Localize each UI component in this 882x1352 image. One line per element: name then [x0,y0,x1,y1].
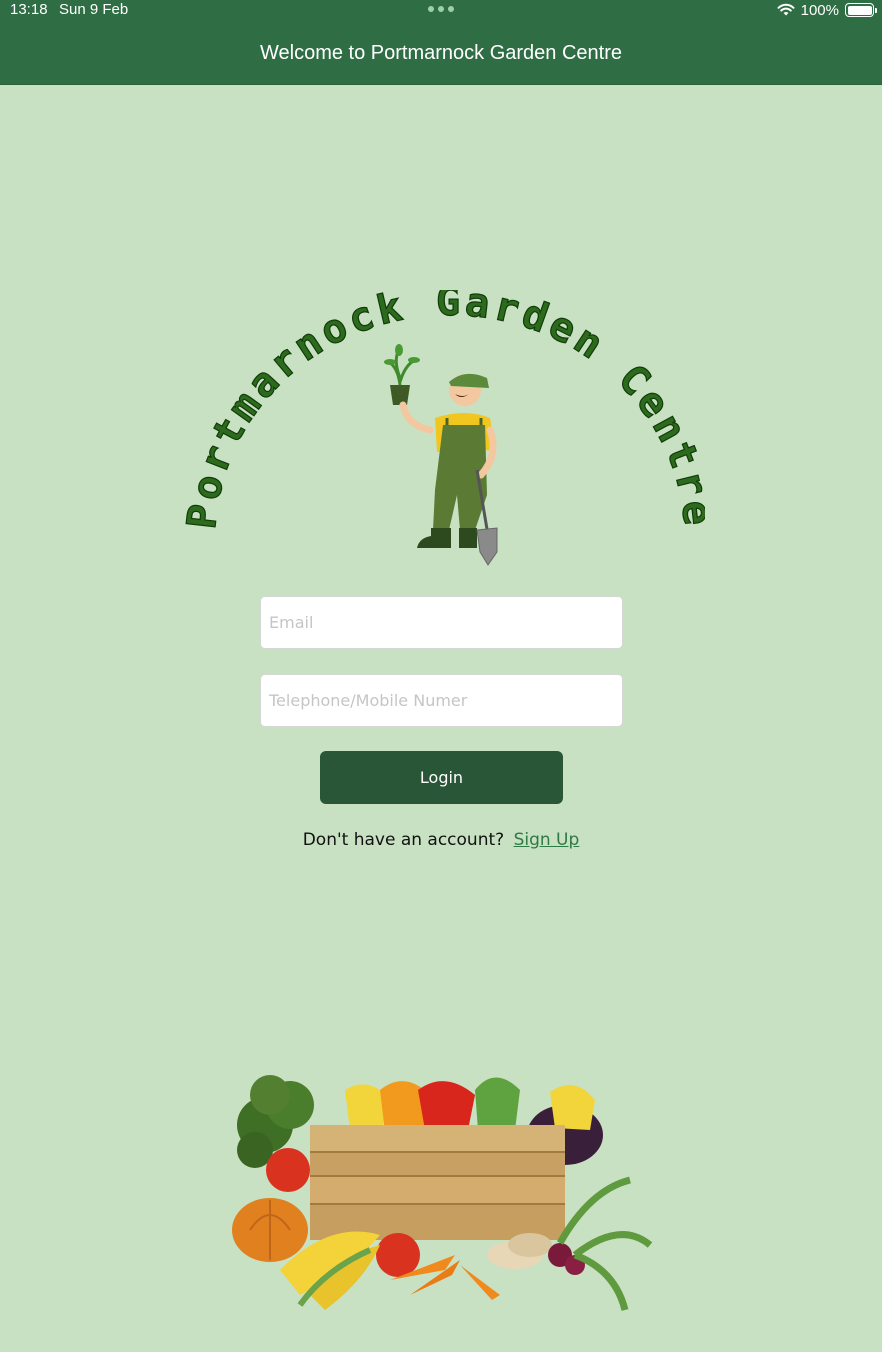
wooden-crate-icon [310,1125,565,1240]
battery-percent: 100% [800,1,839,19]
status-time: 13:18 [10,1,48,18]
phone-field[interactable] [260,674,623,727]
gardener-icon [384,344,498,566]
herbs-icon [475,1077,520,1130]
status-indicators: 100% [777,0,877,20]
signup-link[interactable]: Sign Up [514,830,580,850]
multitasking-dots-icon[interactable] [428,6,454,12]
vegetable-crate-illustration [232,1075,653,1311]
battery-icon [845,3,877,17]
email-field[interactable] [260,596,623,649]
tomato-icon [266,1148,310,1192]
garden-centre-logo: Portmarnock Garden Centre [185,290,705,566]
status-date: Sun 9 Feb [59,1,129,18]
wifi-icon [777,3,795,16]
signup-prompt: Don't have an account? [302,830,505,850]
page-title: Welcome to Portmarnock Garden Centre [259,42,622,64]
top-header: 13:18 Sun 9 Feb 100% Welcome to Portmarn… [0,0,882,85]
login-button[interactable]: Login [320,751,563,804]
signup-row: Don't have an account? Sign Up [0,830,882,850]
red-pepper-icon [418,1081,475,1130]
